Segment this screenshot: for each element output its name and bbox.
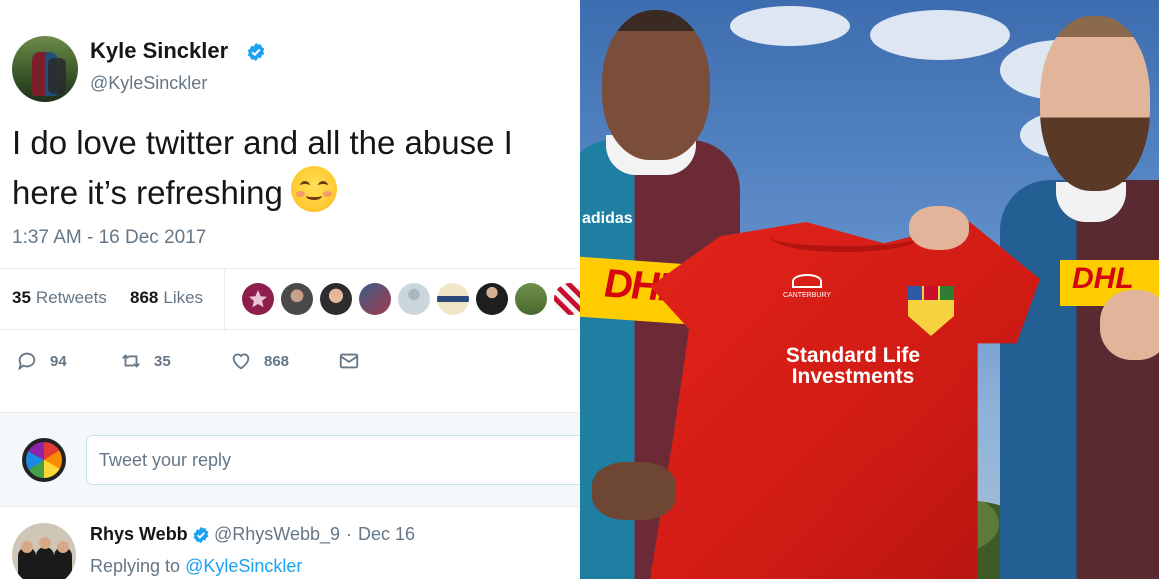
liker-avatar[interactable] bbox=[320, 283, 352, 315]
author-avatar[interactable] bbox=[12, 36, 78, 102]
heart-icon bbox=[232, 353, 250, 370]
liker-avatar[interactable] bbox=[476, 283, 508, 315]
jersey-brand-text: CANTERBURY bbox=[782, 292, 832, 299]
reply-author-name[interactable]: Rhys Webb bbox=[90, 524, 188, 545]
reply-tweet[interactable]: Rhys Webb @RhysWebb_9 · Dec 16 Replying … bbox=[0, 507, 580, 579]
liker-avatar[interactable] bbox=[398, 283, 430, 315]
jersey-sponsor-line: Standard Life bbox=[785, 344, 921, 367]
direct-message-button[interactable] bbox=[338, 350, 372, 372]
player-head bbox=[602, 10, 710, 160]
reply-author-handle[interactable]: @RhysWebb_9 bbox=[214, 524, 340, 545]
liker-avatar[interactable] bbox=[242, 283, 274, 315]
like-count: 868 bbox=[264, 352, 290, 370]
hand bbox=[909, 206, 969, 250]
author-name[interactable]: Kyle Sinckler bbox=[90, 38, 228, 64]
divider bbox=[224, 269, 225, 331]
liker-avatar[interactable] bbox=[359, 283, 391, 315]
tweet-text-segment: here it’s refreshing bbox=[12, 174, 283, 211]
hand bbox=[592, 462, 676, 520]
retweet-button[interactable]: 35 bbox=[120, 350, 171, 372]
lions-jersey: CANTERBURY Standard Life Investments bbox=[650, 222, 1040, 579]
smiling-face-emoji-icon bbox=[290, 166, 337, 212]
reply-composer bbox=[0, 412, 580, 507]
likes-count: 868 bbox=[130, 288, 159, 307]
engagement-stats: 35 Retweets 868 Likes bbox=[0, 268, 580, 331]
jersey-sponsor: Standard Life Investments bbox=[768, 345, 938, 387]
retweet-icon bbox=[122, 354, 140, 368]
verified-badge-icon bbox=[247, 42, 265, 62]
rugby-photo: DHL DHL adidas CANTERBURY Standard Life … bbox=[580, 0, 1159, 579]
replying-to-label: Replying to bbox=[90, 556, 181, 576]
author-handle[interactable]: @KyleSinckler bbox=[90, 73, 207, 94]
retweets-stat[interactable]: 35 Retweets bbox=[12, 288, 107, 308]
tweet-panel: Kyle Sinckler @KyleSinckler I do love tw… bbox=[0, 0, 580, 579]
liker-avatar[interactable] bbox=[515, 283, 547, 315]
tweet-text-line: here it’s refreshing bbox=[12, 166, 580, 216]
tweet-text: I do love twitter and all the abuse I he… bbox=[12, 120, 580, 216]
likes-label: Likes bbox=[163, 288, 204, 307]
reply-count: 94 bbox=[50, 352, 67, 370]
tweet-text-line: I do love twitter and all the abuse I bbox=[12, 124, 513, 161]
retweets-count: 35 bbox=[12, 288, 31, 307]
jersey-sponsor-line: Investments bbox=[791, 365, 915, 388]
envelope-icon bbox=[339, 353, 359, 369]
liker-avatar[interactable] bbox=[281, 283, 313, 315]
like-button[interactable]: 868 bbox=[230, 350, 289, 372]
replying-to: Replying to @KyleSinckler bbox=[90, 556, 302, 577]
reply-date[interactable]: Dec 16 bbox=[358, 524, 415, 545]
retweets-label: Retweets bbox=[35, 288, 107, 307]
liker-avatar[interactable] bbox=[437, 283, 469, 315]
reply-button[interactable]: 94 bbox=[16, 350, 67, 372]
tweet-actions: 94 35 868 bbox=[0, 330, 580, 402]
current-user-avatar[interactable] bbox=[22, 438, 66, 482]
retweet-count: 35 bbox=[154, 352, 171, 370]
reply-icon bbox=[18, 352, 36, 371]
hand bbox=[1100, 290, 1159, 360]
likes-stat[interactable]: 868 Likes bbox=[130, 288, 203, 308]
separator-dot: · bbox=[346, 524, 352, 544]
mention-link[interactable]: @KyleSinckler bbox=[185, 556, 302, 576]
jersey-brand-logo: CANTERBURY bbox=[782, 274, 832, 300]
liker-avatar[interactable] bbox=[554, 283, 580, 315]
verified-badge-icon bbox=[193, 526, 209, 544]
reply-input[interactable] bbox=[86, 435, 580, 485]
tweet-timestamp[interactable]: 1:37 AM - 16 Dec 2017 bbox=[12, 227, 206, 249]
reply-author-avatar[interactable] bbox=[12, 523, 76, 579]
kit-brand-text: adidas bbox=[582, 210, 633, 227]
player-head bbox=[1040, 16, 1150, 191]
